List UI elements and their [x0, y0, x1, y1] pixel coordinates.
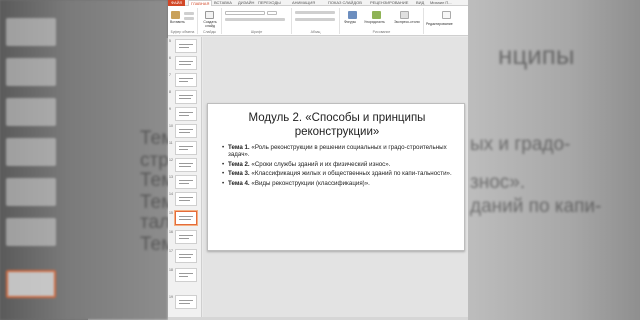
- bullet-text: «Сроки службы зданий и их физический изн…: [249, 160, 391, 168]
- align-buttons[interactable]: [295, 18, 335, 21]
- copy-button[interactable]: [184, 17, 194, 20]
- slide-thumbnail[interactable]: [175, 73, 197, 87]
- bullet-item: Тема 3. «Классификация жилых и обществен…: [222, 170, 454, 178]
- font-name-select[interactable]: [225, 11, 265, 15]
- ribbon-home: Вставить Буфер обмена Создать слайд Слай…: [168, 6, 468, 36]
- slide-thumbnail[interactable]: [175, 295, 197, 309]
- thumb-number: 8: [169, 90, 171, 94]
- arrange-icon[interactable]: [372, 11, 381, 19]
- slide-thumbnail[interactable]: [175, 141, 197, 155]
- slide-bullet-list[interactable]: Тема 1. «Роль реконструкции в решении со…: [222, 144, 454, 189]
- thumb-number: 11: [169, 141, 173, 145]
- background-thumb: [6, 58, 56, 86]
- background-thumb: [6, 218, 56, 246]
- slide-title-line: Модуль 2. «Способы и принципы: [248, 112, 426, 124]
- quick-styles-icon[interactable]: [400, 11, 409, 19]
- thumb-number: 19: [169, 295, 173, 299]
- group-drawing: Фигуры Упорядочить Экспресс-стили Рисова…: [340, 8, 424, 34]
- background-thumb-selected: [6, 270, 56, 298]
- background-right-fragment: даний по капи-: [470, 196, 602, 217]
- group-font: Шрифт: [222, 8, 292, 34]
- new-slide-button[interactable]: Создать слайд: [199, 20, 221, 28]
- thumb-number: 5: [169, 39, 171, 43]
- slide-thumbnail[interactable]: [175, 124, 197, 138]
- paste-icon[interactable]: [171, 11, 180, 19]
- slide-title-line: реконструкции»: [294, 126, 380, 138]
- group-clipboard: Вставить Буфер обмена: [168, 8, 198, 34]
- slide-thumbnail[interactable]: [175, 107, 197, 121]
- paste-button[interactable]: Вставить: [170, 20, 185, 24]
- background-title-fragment: нципы: [498, 40, 575, 70]
- group-label: Шрифт: [250, 30, 263, 34]
- new-slide-icon[interactable]: [205, 11, 214, 19]
- slide-thumbnail[interactable]: [175, 158, 197, 172]
- shapes-icon[interactable]: [348, 11, 357, 19]
- background-thumb: [6, 98, 56, 126]
- thumb-number: 14: [169, 192, 173, 196]
- group-editing: Редактирование: [424, 8, 468, 34]
- background-right-fragment: знос».: [470, 172, 526, 193]
- current-slide[interactable]: Модуль 2. «Способы и принципы реконструк…: [207, 103, 465, 251]
- font-size-select[interactable]: [267, 11, 277, 15]
- font-format-buttons[interactable]: [225, 18, 285, 21]
- bullet-label: Тема 1.: [228, 144, 250, 151]
- bullet-label: Тема 2.: [228, 160, 250, 168]
- background-thumb: [6, 138, 56, 166]
- slide-thumbnail[interactable]: [175, 175, 197, 189]
- bullet-label: Тема 4.: [228, 179, 250, 187]
- thumb-number: 18: [169, 268, 173, 272]
- bullet-item: Тема 2. «Сроки службы зданий и их физиче…: [222, 160, 454, 169]
- slide-thumbnail-selected[interactable]: [175, 211, 197, 225]
- group-label: Буфер обмена: [170, 30, 195, 34]
- background-thumb: [6, 18, 56, 46]
- thumb-number: 16: [169, 230, 173, 234]
- thumb-number: 13: [169, 175, 173, 179]
- slide-thumbnail[interactable]: [175, 56, 197, 70]
- quick-styles-button[interactable]: Экспресс-стили: [394, 20, 420, 24]
- powerpoint-window: ФАЙЛ ГЛАВНАЯ ВСТАВКА ДИЗАЙН ПЕРЕХОДЫ АНИ…: [168, 0, 468, 320]
- shapes-button[interactable]: Фигуры: [344, 20, 356, 24]
- group-paragraph: Абзац: [292, 8, 340, 34]
- slide-thumbnails-panel: 5 6 7 8 9 10 11 12 13 14 15 16 17 18 19: [168, 37, 202, 320]
- slide-thumbnail[interactable]: [175, 268, 197, 282]
- slide-editor-area[interactable]: Модуль 2. «Способы и принципы реконструк…: [203, 37, 468, 320]
- group-label: Абзац: [310, 30, 321, 34]
- bullet-text: «Виды реконструкции (классификация)».: [249, 179, 370, 187]
- slide-title[interactable]: Модуль 2. «Способы и принципы реконструк…: [216, 111, 458, 139]
- slide-thumbnail[interactable]: [175, 249, 197, 263]
- cut-button[interactable]: [184, 12, 194, 15]
- group-label: Рисование: [372, 30, 391, 34]
- thumb-number: 12: [169, 158, 173, 162]
- editing-label[interactable]: Редактирование: [426, 22, 453, 26]
- thumb-number: 15: [169, 211, 173, 215]
- bullet-text: «Роль реконструкции в решении социальных…: [228, 144, 447, 159]
- slide-thumbnail[interactable]: [175, 192, 197, 206]
- arrange-button[interactable]: Упорядочить: [364, 20, 385, 24]
- find-icon[interactable]: [442, 11, 451, 19]
- thumb-number: 9: [169, 107, 171, 111]
- slide-thumbnail[interactable]: [175, 90, 197, 104]
- bullet-label: Тема 3.: [228, 170, 250, 178]
- thumb-number: 7: [169, 73, 171, 77]
- thumb-number: 17: [169, 249, 173, 253]
- list-buttons[interactable]: [295, 11, 335, 14]
- thumb-number: 10: [169, 124, 173, 128]
- thumb-number: 6: [169, 56, 171, 60]
- bullet-item: Тема 1. «Роль реконструкции в решении со…: [222, 144, 454, 159]
- slide-thumbnail[interactable]: [175, 230, 197, 244]
- bullet-text: «Классификация жилых и общественных здан…: [249, 170, 452, 178]
- slide-thumbnail[interactable]: [175, 39, 197, 53]
- background-right-fragment: ых и градо-: [470, 134, 571, 155]
- group-slides: Создать слайд Слайды: [198, 8, 222, 34]
- bullet-item: Тема 4. «Виды реконструкции (классификац…: [222, 179, 454, 188]
- group-label: Слайды: [202, 30, 217, 34]
- background-thumb: [6, 178, 56, 206]
